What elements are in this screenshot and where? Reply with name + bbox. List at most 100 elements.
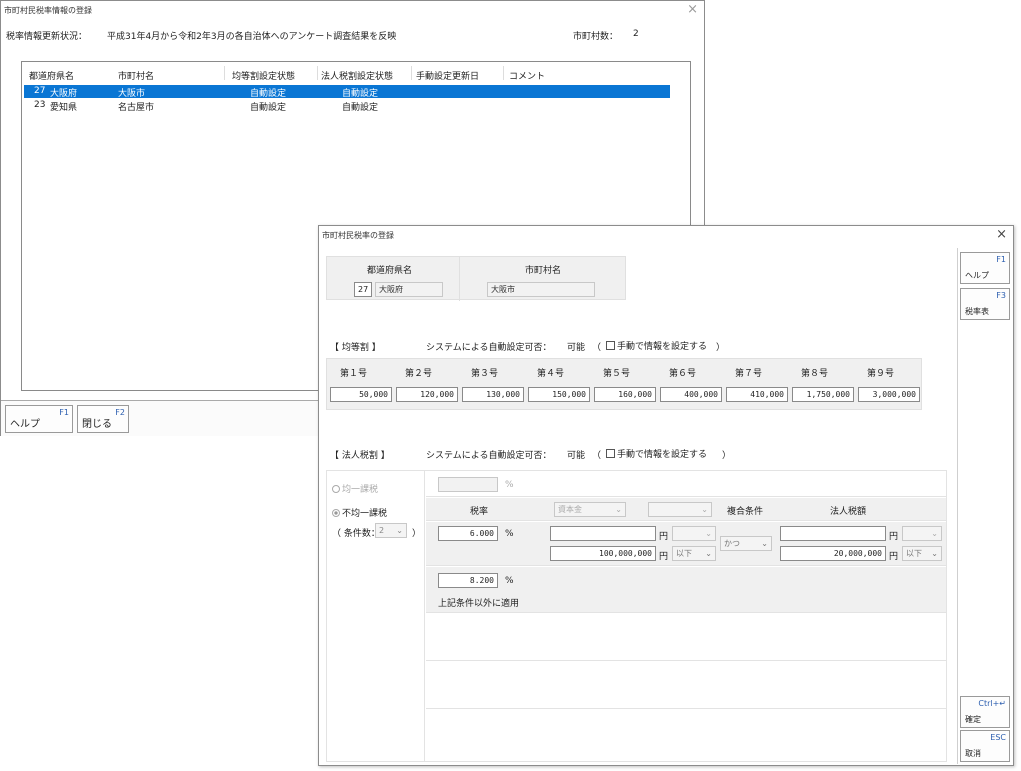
close-icon[interactable]: × bbox=[687, 2, 698, 17]
uniform-radio[interactable]: 均一課税 bbox=[332, 482, 378, 495]
checkbox-icon bbox=[606, 341, 615, 350]
pref-code-field[interactable]: 27 bbox=[354, 282, 372, 297]
cond-count-label: （ 条件数： bbox=[332, 529, 380, 539]
cond1-base-from-field[interactable] bbox=[550, 526, 656, 541]
cond-count-select[interactable]: 2 ⌄ bbox=[375, 523, 407, 538]
cond1-combine-value: かつ bbox=[724, 539, 740, 548]
cond1-combine-select[interactable]: かつ ⌄ bbox=[720, 536, 772, 551]
cond-row-other: 8.200 % 上記条件以外に適用 bbox=[426, 567, 946, 613]
table-row[interactable]: 23 愛知県 名古屋市 自動設定 自動設定 bbox=[24, 99, 670, 113]
kinto-manual-label: 手動で情報を設定する bbox=[617, 342, 708, 352]
kinto-value-3[interactable]: 130,000 bbox=[462, 387, 524, 402]
radio-icon bbox=[332, 509, 340, 517]
nonuniform-radio[interactable]: 不均一課税 bbox=[332, 506, 387, 519]
other-rate-field[interactable]: 8.200 bbox=[438, 573, 498, 588]
confirm-button[interactable]: Ctrl+↵ 確定 bbox=[960, 696, 1010, 728]
col-header-kinto-status[interactable]: 均等割設定状態 bbox=[232, 69, 295, 82]
cond1-hojin-to-op[interactable]: 以下 ⌄ bbox=[902, 546, 942, 561]
cond-count-close: ） bbox=[412, 529, 422, 539]
col-header-manual-date[interactable]: 手動設定更新日 bbox=[416, 69, 479, 82]
col-divider bbox=[503, 66, 504, 80]
kinto-header-6: 第６号 bbox=[669, 369, 697, 379]
close-icon[interactable]: × bbox=[996, 227, 1007, 242]
cond1-hojin-to-field[interactable]: 20,000,000 bbox=[780, 546, 886, 561]
other-cond-note: 上記条件以外に適用 bbox=[438, 599, 520, 609]
hojin-grid: 均一課税 不均一課税 （ 条件数： 2 ⌄ ） % 税率 資本金 ⌄ ⌄ 複合条… bbox=[326, 470, 947, 762]
col-divider bbox=[411, 66, 412, 80]
hojin-section-title: 【 法人税割 】 bbox=[330, 451, 390, 461]
pref-header: 都道府県名 bbox=[367, 266, 413, 276]
f3-key-label: F3 bbox=[996, 291, 1006, 300]
table-row[interactable]: 27 大阪府 大阪市 自動設定 自動設定 bbox=[24, 85, 670, 99]
cond1-base-to-op-value: 以下 bbox=[676, 549, 692, 558]
hojin-manual-checkbox[interactable]: 手動で情報を設定する bbox=[606, 447, 707, 460]
empty-row bbox=[426, 614, 946, 661]
kinto-table: 第１号 第２号 第３号 第４号 第５号 第６号 第７号 第８号 第９号 50,0… bbox=[326, 358, 922, 410]
tax-rate-dialog: 市町村民税率の登録 × 都道府県名 市町村名 27 大阪府 大阪市 【 均等割 … bbox=[318, 225, 1014, 766]
checkbox-icon bbox=[606, 449, 615, 458]
tax-table-button-label: 税率表 bbox=[965, 307, 989, 316]
row-hojin-status: 自動設定 bbox=[342, 103, 379, 113]
col-header-city[interactable]: 市町村名 bbox=[118, 69, 154, 82]
chevron-down-icon: ⌄ bbox=[931, 529, 938, 538]
cond1-hojin-from-op[interactable]: ⌄ bbox=[902, 526, 942, 541]
base-type-select: 資本金 ⌄ bbox=[554, 502, 626, 517]
hojin-manual-label: 手動で情報を設定する bbox=[617, 450, 708, 460]
cond1-base-from-op[interactable]: ⌄ bbox=[672, 526, 716, 541]
empty-row bbox=[426, 662, 946, 709]
kinto-value-8[interactable]: 1,750,000 bbox=[792, 387, 854, 402]
kinto-value-2[interactable]: 120,000 bbox=[396, 387, 458, 402]
update-status-label: 税率情報更新状況： bbox=[6, 32, 88, 42]
kinto-value-5[interactable]: 160,000 bbox=[594, 387, 656, 402]
cancel-button-label: 取消 bbox=[965, 749, 981, 758]
hojin-paren-open: （ bbox=[592, 451, 602, 461]
kinto-header-9: 第９号 bbox=[867, 369, 895, 379]
help-button[interactable]: F1 ヘルプ bbox=[5, 405, 73, 433]
tax-table-button[interactable]: F3 税率表 bbox=[960, 288, 1010, 320]
pref-name-field: 大阪府 bbox=[375, 282, 443, 297]
row-kinto-status: 自動設定 bbox=[250, 103, 287, 113]
esc-key-label: ESC bbox=[990, 733, 1006, 742]
cond1-rate-field[interactable]: 6.000 bbox=[438, 526, 498, 541]
city-count-label: 市町村数： bbox=[573, 32, 619, 42]
kinto-value-4[interactable]: 150,000 bbox=[528, 387, 590, 402]
help-button-label: ヘルプ bbox=[10, 419, 40, 430]
divider bbox=[459, 257, 460, 301]
kinto-header-2: 第２号 bbox=[405, 369, 433, 379]
col-header-pref[interactable]: 都道府県名 bbox=[29, 69, 74, 82]
kinto-value-6[interactable]: 400,000 bbox=[660, 387, 722, 402]
row-pref-code: 23 bbox=[34, 100, 46, 110]
cond1-base-to-field[interactable]: 100,000,000 bbox=[550, 546, 656, 561]
help-button[interactable]: F1 ヘルプ bbox=[960, 252, 1010, 284]
col-header-comment[interactable]: コメント bbox=[509, 69, 545, 82]
kinto-header-1: 第１号 bbox=[340, 369, 368, 379]
yen-label: 円 bbox=[889, 532, 899, 542]
help-button-label: ヘルプ bbox=[965, 271, 989, 280]
col-divider bbox=[224, 66, 225, 80]
kinto-value-9[interactable]: 3,000,000 bbox=[858, 387, 920, 402]
cond1-hojin-from-field[interactable] bbox=[780, 526, 886, 541]
cancel-button[interactable]: ESC 取消 bbox=[960, 730, 1010, 762]
col-header-hojin-status[interactable]: 法人税割設定状態 bbox=[321, 69, 393, 82]
cond1-base-to-op[interactable]: 以下 ⌄ bbox=[672, 546, 716, 561]
kinto-section-title: 【 均等割 】 bbox=[330, 343, 381, 353]
f1-key-label: F1 bbox=[59, 408, 69, 417]
kinto-value-7[interactable]: 410,000 bbox=[726, 387, 788, 402]
close-button[interactable]: F2 閉じる bbox=[77, 405, 129, 433]
back-title-bar: 市町村民税率情報の登録 × bbox=[1, 1, 704, 21]
f1-key-label: F1 bbox=[996, 255, 1006, 264]
kinto-header-8: 第８号 bbox=[801, 369, 829, 379]
kinto-manual-checkbox[interactable]: 手動で情報を設定する bbox=[606, 339, 707, 352]
base-type-value: 資本金 bbox=[558, 505, 582, 514]
col-header-hojin-amount: 法人税額 bbox=[830, 507, 867, 517]
kinto-header-3: 第３号 bbox=[471, 369, 499, 379]
chevron-down-icon: ⌄ bbox=[761, 539, 768, 548]
city-name-field: 大阪市 bbox=[487, 282, 595, 297]
hojin-auto-label: システムによる自動設定可否： bbox=[426, 451, 552, 461]
radio-icon bbox=[332, 485, 340, 493]
row-pref: 大阪府 bbox=[50, 89, 78, 99]
chevron-down-icon: ⌄ bbox=[615, 505, 622, 514]
percent-label: % bbox=[505, 576, 514, 586]
kinto-value-1[interactable]: 50,000 bbox=[330, 387, 392, 402]
base-op-select: ⌄ bbox=[648, 502, 712, 517]
